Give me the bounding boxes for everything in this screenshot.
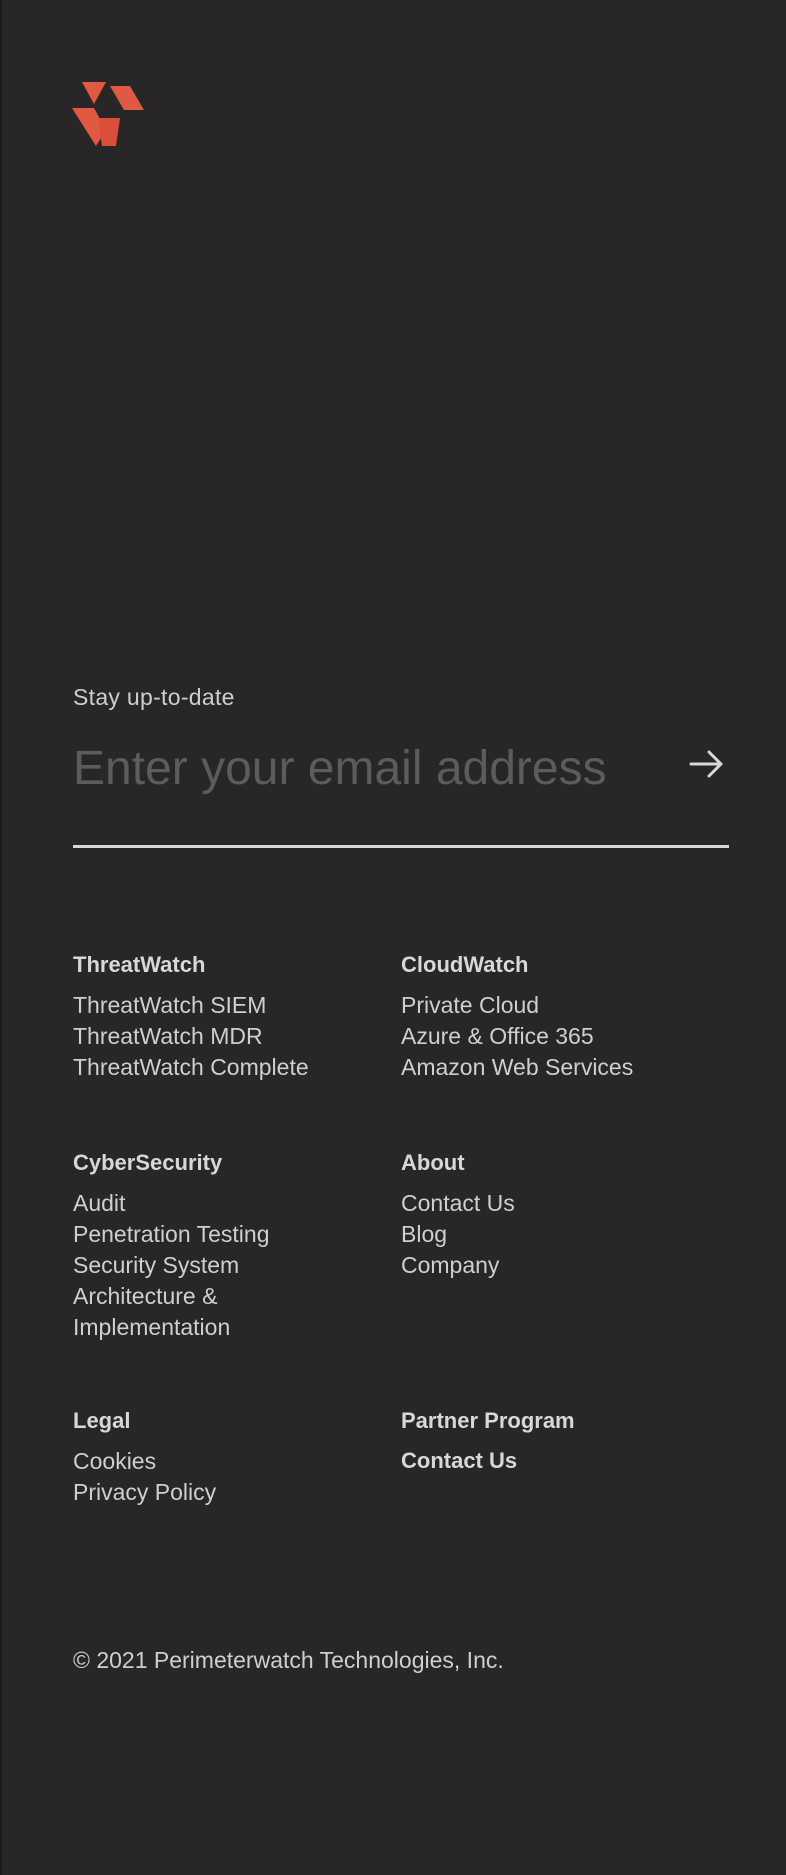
legal-column: Legal Cookies Privacy Policy <box>73 1406 393 1508</box>
link-azure-office-365[interactable]: Azure & Office 365 <box>401 1021 721 1052</box>
copyright: © 2021 Perimeterwatch Technologies, Inc. <box>73 1647 504 1673</box>
about-title: About <box>401 1150 465 1175</box>
link-partner-contact-us[interactable]: Contact Us <box>401 1446 721 1476</box>
link-implementation[interactable]: Implementation <box>73 1312 393 1343</box>
link-security-system[interactable]: Security System <box>73 1250 393 1281</box>
link-threatwatch-mdr[interactable]: ThreatWatch MDR <box>73 1021 393 1052</box>
link-contact-us[interactable]: Contact Us <box>401 1188 721 1219</box>
cloudwatch-column: CloudWatch Private Cloud Azure & Office … <box>401 950 721 1083</box>
cybersecurity-column: CyberSecurity Audit Penetration Testing … <box>73 1148 393 1343</box>
cloudwatch-title: CloudWatch <box>401 952 529 977</box>
threatwatch-column: ThreatWatch ThreatWatch SIEM ThreatWatch… <box>73 950 393 1083</box>
link-amazon-web-services[interactable]: Amazon Web Services <box>401 1052 721 1083</box>
link-threatwatch-complete[interactable]: ThreatWatch Complete <box>73 1052 393 1083</box>
legal-title: Legal <box>73 1408 131 1433</box>
link-architecture[interactable]: Architecture & <box>73 1281 393 1312</box>
email-row <box>73 738 729 848</box>
about-column: About Contact Us Blog Company <box>401 1148 721 1281</box>
threatwatch-title: ThreatWatch <box>73 952 206 977</box>
link-company[interactable]: Company <box>401 1250 721 1281</box>
link-cookies[interactable]: Cookies <box>73 1446 393 1477</box>
link-penetration-testing[interactable]: Penetration Testing <box>73 1219 393 1250</box>
newsletter-label: Stay up-to-date <box>73 684 235 710</box>
cybersecurity-title: CyberSecurity <box>73 1150 223 1175</box>
link-partner-program[interactable]: Partner Program <box>401 1406 721 1436</box>
perimeterwatch-logo[interactable] <box>72 82 144 146</box>
link-audit[interactable]: Audit <box>73 1188 393 1219</box>
arrow-right-icon[interactable] <box>687 744 727 784</box>
email-input[interactable] <box>73 738 663 798</box>
link-blog[interactable]: Blog <box>401 1219 721 1250</box>
partner-column: Partner Program Contact Us <box>401 1406 721 1486</box>
link-threatwatch-siem[interactable]: ThreatWatch SIEM <box>73 990 393 1021</box>
link-privacy-policy[interactable]: Privacy Policy <box>73 1477 393 1508</box>
link-private-cloud[interactable]: Private Cloud <box>401 990 721 1021</box>
